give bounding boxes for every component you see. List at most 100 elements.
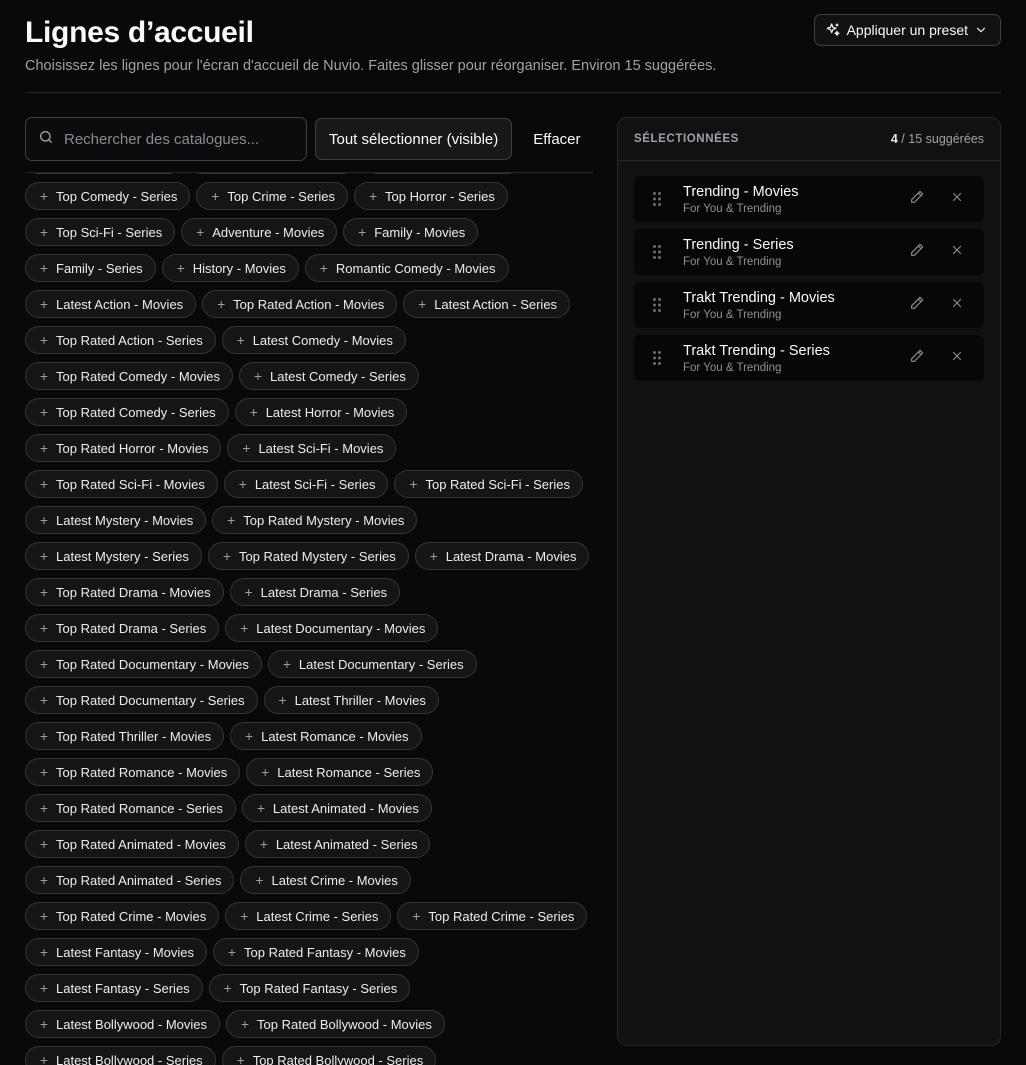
- edit-button[interactable]: [906, 241, 928, 263]
- catalog-toolbar: Tout sélectionner (visible) Effacer: [25, 117, 593, 161]
- pencil-icon: [909, 348, 925, 369]
- plus-icon: +: [278, 692, 287, 708]
- sparkles-icon: [825, 22, 841, 38]
- edit-button[interactable]: [906, 294, 928, 316]
- catalog-chip[interactable]: + Latest Bollywood - Series: [25, 1046, 216, 1065]
- catalog-chip-label: Top Rated Sci-Fi - Series: [425, 476, 570, 492]
- catalog-chip[interactable]: + Top Comedy - Movies: [187, 173, 358, 174]
- catalog-chip-label: Top Rated Action - Movies: [233, 296, 385, 312]
- grip-vertical-icon[interactable]: [648, 350, 666, 366]
- apply-preset-button[interactable]: Appliquer un preset: [813, 14, 1001, 46]
- catalog-chip[interactable]: + Latest Horror - Movies: [234, 398, 408, 426]
- remove-button[interactable]: [946, 294, 968, 316]
- remove-button[interactable]: [946, 347, 968, 369]
- catalog-chip-label: Latest Mystery - Movies: [56, 512, 194, 528]
- catalog-chip[interactable]: + Top Horror - Movies: [363, 173, 522, 174]
- grip-vertical-icon[interactable]: [648, 191, 666, 207]
- catalog-chip[interactable]: + Top Rated Documentary - Movies: [25, 650, 262, 678]
- catalog-chip[interactable]: + Top Action - Movies: [25, 173, 182, 174]
- catalog-chip[interactable]: + Top Rated Romance - Movies: [25, 758, 241, 786]
- catalog-chip[interactable]: + Latest Fantasy - Series: [25, 974, 203, 1002]
- grip-vertical-icon[interactable]: [648, 244, 666, 260]
- catalog-chip[interactable]: + Top Rated Romance - Series: [25, 794, 236, 822]
- select-all-visible-button[interactable]: Tout sélectionner (visible): [315, 118, 513, 160]
- plus-icon: +: [39, 692, 49, 708]
- edit-button[interactable]: [906, 188, 928, 210]
- plus-icon: +: [368, 188, 378, 204]
- catalog-chip[interactable]: + Latest Action - Movies: [25, 290, 197, 318]
- selected-row-name: Trakt Trending - Movies: [683, 289, 835, 306]
- catalog-chip[interactable]: + Latest Action - Series: [403, 290, 571, 318]
- grip-vertical-icon[interactable]: [648, 297, 666, 313]
- catalog-chip[interactable]: + Top Rated Bollywood - Movies: [226, 1010, 445, 1038]
- catalog-list[interactable]: + Top Action - Movies + Top Comedy - Mov…: [25, 173, 595, 1065]
- catalog-chip[interactable]: + Family - Series: [25, 254, 156, 282]
- catalog-chip-label: Top Rated Documentary - Movies: [56, 656, 249, 672]
- catalog-chip[interactable]: + Top Rated Horror - Movies: [25, 434, 222, 462]
- catalog-chip[interactable]: + Latest Mystery - Series: [25, 542, 202, 570]
- catalog-chip[interactable]: + Latest Sci-Fi - Series: [223, 470, 389, 498]
- catalog-chip[interactable]: + Latest Romance - Series: [246, 758, 434, 786]
- plus-icon: +: [211, 188, 220, 204]
- catalog-chip[interactable]: + Top Rated Fantasy - Movies: [213, 938, 419, 966]
- pencil-icon: [909, 295, 925, 316]
- catalog-chip[interactable]: + Latest Documentary - Series: [267, 650, 477, 678]
- catalog-chip[interactable]: + Latest Animated - Movies: [241, 794, 432, 822]
- catalog-chip[interactable]: + Top Rated Comedy - Series: [25, 398, 229, 426]
- catalog-chip[interactable]: + Top Rated Sci-Fi - Movies: [25, 470, 218, 498]
- selected-panel-title: SÉLECTIONNÉES: [634, 133, 739, 145]
- catalog-chip[interactable]: + Latest Drama - Series: [229, 578, 401, 606]
- catalog-chip[interactable]: + Latest Bollywood - Movies: [25, 1010, 221, 1038]
- catalog-chip[interactable]: + Latest Thriller - Movies: [263, 686, 439, 714]
- catalog-chip[interactable]: + Latest Mystery - Movies: [25, 506, 207, 534]
- catalog-chip[interactable]: + Top Rated Bollywood - Series: [221, 1046, 437, 1065]
- catalog-chip-label: Top Comedy - Series: [56, 188, 178, 204]
- catalog-chip[interactable]: + Top Rated Mystery - Movies: [212, 506, 418, 534]
- remove-button[interactable]: [946, 241, 968, 263]
- edit-button[interactable]: [906, 347, 928, 369]
- remove-button[interactable]: [946, 188, 968, 210]
- plus-icon: +: [238, 476, 247, 492]
- catalog-chip[interactable]: + Latest Sci-Fi - Movies: [227, 434, 397, 462]
- catalog-chip[interactable]: + Top Comedy - Series: [25, 182, 191, 210]
- catalog-chip[interactable]: + Top Rated Crime - Series: [397, 902, 588, 930]
- catalog-chip[interactable]: + Top Rated Action - Series: [25, 326, 216, 354]
- catalog-chip[interactable]: + Top Rated Fantasy - Series: [208, 974, 411, 1002]
- catalog-chip[interactable]: + Latest Documentary - Movies: [225, 614, 439, 642]
- catalog-chip[interactable]: + Top Rated Animated - Movies: [25, 830, 239, 858]
- search-input[interactable]: [64, 130, 284, 148]
- catalog-chip[interactable]: + Latest Comedy - Series: [239, 362, 419, 390]
- catalog-chip[interactable]: + Latest Crime - Movies: [240, 866, 411, 894]
- catalog-chip[interactable]: + History - Movies: [161, 254, 299, 282]
- catalog-chip[interactable]: + Top Horror - Series: [354, 182, 508, 210]
- catalog-chip[interactable]: + Top Rated Thriller - Movies: [25, 722, 225, 750]
- catalog-chip[interactable]: + Top Rated Action - Movies: [202, 290, 398, 318]
- pencil-icon: [909, 189, 925, 210]
- catalog-chip[interactable]: + Top Rated Drama - Movies: [25, 578, 224, 606]
- catalog-chip[interactable]: + Latest Crime - Series: [225, 902, 392, 930]
- catalog-chip[interactable]: + Top Sci-Fi - Series: [25, 218, 176, 246]
- catalog-chip[interactable]: + Latest Romance - Movies: [230, 722, 422, 750]
- catalog-chip[interactable]: + Top Rated Sci-Fi - Series: [394, 470, 583, 498]
- catalog-chip[interactable]: + Romantic Comedy - Movies: [304, 254, 509, 282]
- clear-button[interactable]: Effacer: [533, 131, 580, 148]
- catalog-chip[interactable]: + Family - Movies: [343, 218, 479, 246]
- search-box[interactable]: [25, 117, 307, 161]
- catalog-chip[interactable]: + Top Rated Documentary - Series: [25, 686, 258, 714]
- catalog-chip[interactable]: + Latest Fantasy - Movies: [25, 938, 207, 966]
- catalog-chip[interactable]: + Top Crime - Series: [196, 182, 349, 210]
- catalog-chip[interactable]: + Latest Comedy - Movies: [221, 326, 406, 354]
- catalog-chip[interactable]: + Top Rated Mystery - Series: [207, 542, 409, 570]
- close-icon: [950, 243, 964, 262]
- catalog-chip[interactable]: + Top Rated Animated - Series: [25, 866, 235, 894]
- selected-row-name: Trending - Movies: [683, 183, 799, 200]
- catalog-chip-label: Latest Bollywood - Movies: [56, 1016, 208, 1032]
- catalog-chip[interactable]: + Top Rated Comedy - Movies: [25, 362, 234, 390]
- catalog-chip[interactable]: + Adventure - Movies: [181, 218, 338, 246]
- catalog-chip-label: Latest Sci-Fi - Movies: [258, 440, 384, 456]
- catalog-chip-label: Top Rated Action - Series: [56, 332, 203, 348]
- catalog-chip[interactable]: + Latest Drama - Movies: [414, 542, 590, 570]
- catalog-chip[interactable]: + Latest Animated - Series: [244, 830, 431, 858]
- catalog-chip[interactable]: + Top Rated Crime - Movies: [25, 902, 220, 930]
- catalog-chip[interactable]: + Top Rated Drama - Series: [25, 614, 220, 642]
